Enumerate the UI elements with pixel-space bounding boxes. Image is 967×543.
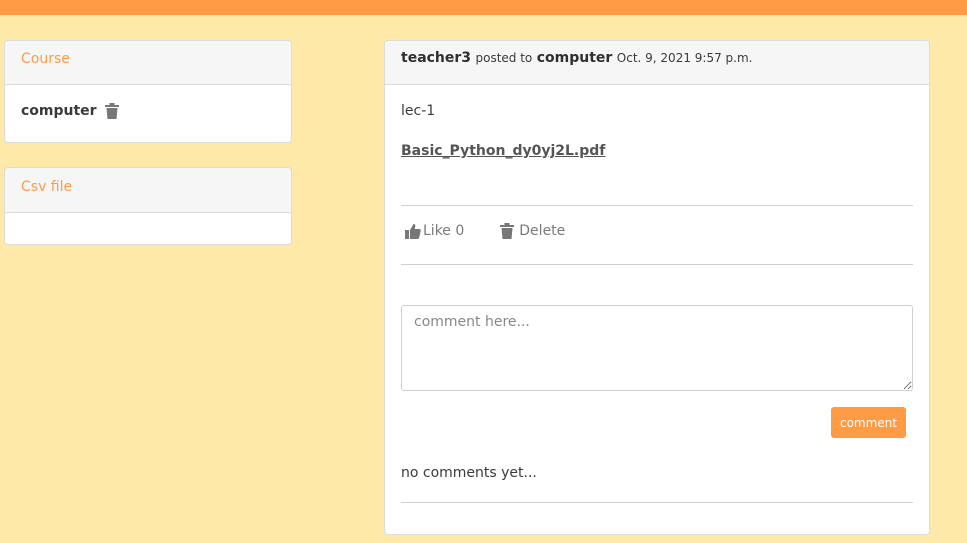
course-row: computer (5, 85, 291, 137)
course-name[interactable]: computer (21, 103, 97, 119)
post-author[interactable]: teacher3 (401, 50, 471, 66)
divider (401, 264, 913, 265)
divider (401, 502, 913, 503)
post-header: teacher3 posted to computer Oct. 9, 2021… (385, 41, 929, 85)
top-nav-bar (0, 0, 967, 15)
csv-card-header: Csv file (5, 168, 291, 213)
posted-to-text: posted to (475, 51, 533, 65)
attachment-link[interactable]: Basic_Python_dy0yj2L.pdf (401, 143, 605, 159)
course-card-title: Course (21, 51, 70, 67)
like-label: Like 0 (423, 223, 465, 239)
csv-card: Csv file (4, 167, 292, 245)
divider (401, 205, 913, 206)
course-card-header: Course (5, 41, 291, 85)
post-course[interactable]: computer (537, 50, 613, 66)
post-timestamp: Oct. 9, 2021 9:57 p.m. (616, 51, 753, 65)
post-actions: Like 0 Delete (405, 223, 565, 239)
post-card: teacher3 posted to computer Oct. 9, 2021… (384, 40, 930, 535)
like-button[interactable]: Like 0 (405, 223, 464, 239)
thumbs-up-icon (405, 223, 421, 239)
delete-label: Delete (519, 223, 566, 239)
comment-button[interactable]: comment (831, 407, 906, 438)
no-comments-text: no comments yet... (401, 465, 537, 481)
csv-card-title: Csv file (21, 179, 73, 195)
comment-input[interactable] (401, 305, 913, 391)
delete-button[interactable]: Delete (500, 223, 565, 239)
course-card: Course computer (4, 40, 292, 143)
trash-icon (500, 223, 515, 239)
lecture-title: lec-1 (401, 103, 436, 119)
trash-icon[interactable] (104, 103, 119, 119)
